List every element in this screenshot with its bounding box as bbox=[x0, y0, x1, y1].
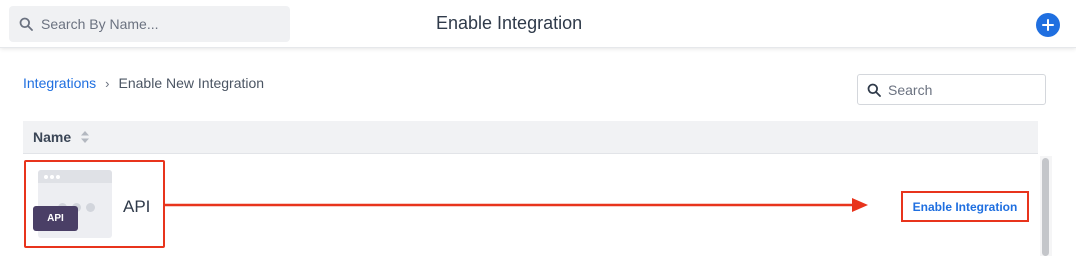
add-button[interactable] bbox=[1036, 13, 1060, 37]
plus-icon bbox=[1042, 19, 1054, 31]
search-icon bbox=[19, 17, 33, 31]
annotation-highlight-box bbox=[24, 160, 165, 248]
breadcrumb-integrations-link[interactable]: Integrations bbox=[23, 75, 96, 91]
column-header-name[interactable]: Name bbox=[33, 129, 71, 145]
breadcrumb-separator: › bbox=[105, 75, 110, 91]
breadcrumb-current: Enable New Integration bbox=[118, 75, 265, 91]
breadcrumb: Integrations › Enable New Integration bbox=[23, 75, 264, 91]
enable-integration-button[interactable]: Enable Integration bbox=[901, 191, 1029, 222]
table-search[interactable] bbox=[857, 74, 1046, 105]
global-search-input[interactable] bbox=[41, 16, 281, 32]
page-title: Enable Integration bbox=[436, 13, 583, 33]
global-search[interactable] bbox=[9, 6, 290, 42]
scrollbar[interactable] bbox=[1040, 156, 1052, 256]
page: Enable Integration Integrations › Enable… bbox=[0, 0, 1076, 256]
table-header: Name bbox=[23, 121, 1038, 154]
search-icon bbox=[867, 83, 881, 97]
table-search-input[interactable] bbox=[888, 81, 1038, 98]
table-row bbox=[23, 155, 1038, 256]
top-bar: Enable Integration bbox=[0, 0, 1076, 48]
scrollbar-thumb[interactable] bbox=[1042, 158, 1049, 256]
sort-icon[interactable] bbox=[81, 131, 90, 143]
